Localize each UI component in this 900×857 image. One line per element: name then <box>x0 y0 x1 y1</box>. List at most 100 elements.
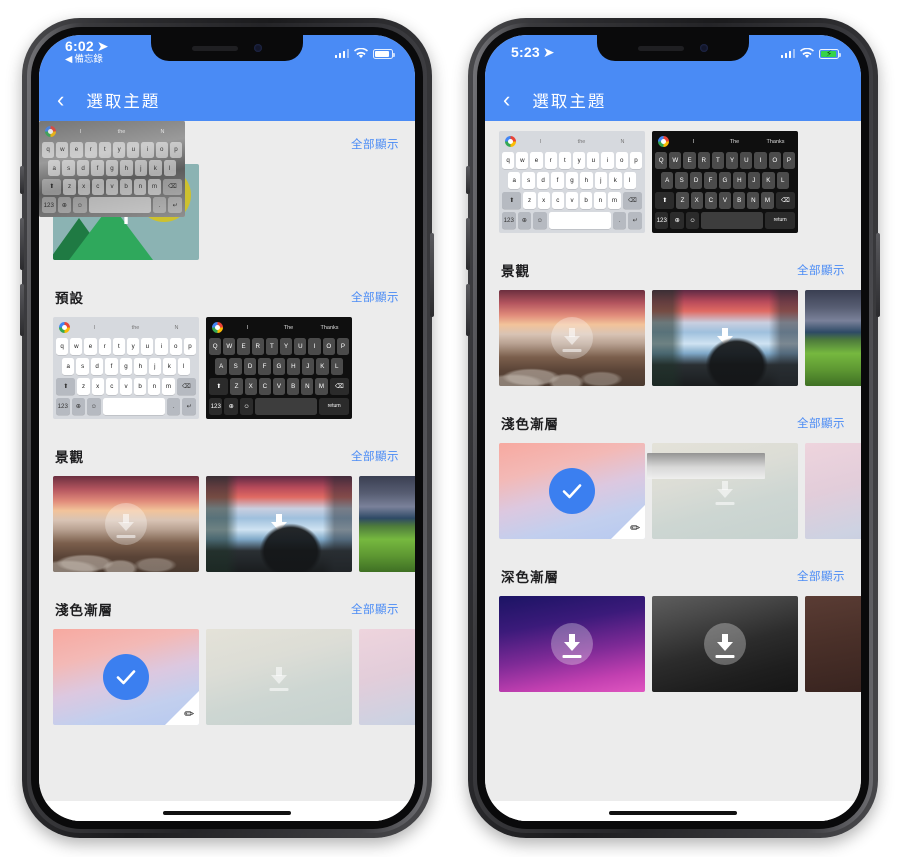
suggestion-3[interactable]: N <box>606 139 639 145</box>
key-f: f <box>91 160 104 176</box>
preset-theme-dark-tile[interactable]: I The Thanks Q W E R T Y U I O P A S D F G H J K L ⬆ Z X C V B N M ⌫ 12… <box>206 317 352 419</box>
key-l: l <box>163 160 176 176</box>
check-icon <box>549 468 595 514</box>
home-indicator[interactable] <box>609 811 737 815</box>
volume-down-button[interactable] <box>466 284 470 336</box>
preset-theme-light-tile[interactable]: Ithe Nq w e r t y u i o p a s d f g h j k l ⬆ z x c v b n m ⌫ 123 ⊕ ☺. ↵ <box>53 317 199 419</box>
section-row-landscape[interactable] <box>485 290 861 400</box>
key-h: h <box>580 171 593 189</box>
keyboard-row-1: QWERTYUIOP <box>655 151 796 169</box>
show-all-link[interactable]: 全部顯示 <box>797 568 845 584</box>
google-g-icon[interactable] <box>59 322 70 333</box>
key-o: o <box>615 151 628 169</box>
light-gradient-theme-selected-tile[interactable]: ✏ <box>499 443 645 539</box>
theme-list[interactable]: Ithe Nq w e r t y u i o p a s d f g h j k l ⬆ z x c v b n m ⌫ 123 ⊕ ☺. ↵… <box>485 121 861 821</box>
edit-theme-button[interactable]: ✏ <box>165 691 199 725</box>
section-header-landscape: 景觀 全部顯示 <box>39 433 415 476</box>
show-all-link[interactable]: 全部顯示 <box>351 601 399 617</box>
download-icon[interactable] <box>551 623 593 665</box>
section-row-dark-gradient[interactable] <box>485 596 861 706</box>
key-g: g <box>565 171 579 189</box>
chevron-left-icon[interactable]: ‹ <box>57 89 64 111</box>
show-all-link[interactable]: 全部顯示 <box>351 136 399 152</box>
volume-up-button[interactable] <box>20 218 24 270</box>
suggestion-2[interactable]: The <box>272 325 305 331</box>
download-icon[interactable] <box>551 317 593 359</box>
google-g-icon[interactable] <box>45 126 56 137</box>
suggestion-3[interactable]: N <box>160 325 193 331</box>
suggestion-1[interactable]: I <box>524 139 557 145</box>
key-a: a <box>48 160 61 176</box>
dark-gradient-theme-brown-tile[interactable] <box>805 596 861 692</box>
suggestion-1[interactable]: I <box>64 129 97 135</box>
section-row-preset[interactable]: Ithe Nq w e r t y u i o p a s d f g h j k l ⬆ z x c v b n m ⌫ 123 ⊕ ☺. ↵… <box>485 121 861 247</box>
download-icon[interactable] <box>704 317 746 359</box>
keyboard-row-2: asdfghjkl <box>56 357 196 375</box>
show-all-link[interactable]: 全部顯示 <box>351 289 399 305</box>
light-gradient-theme-selected-tile[interactable]: ✏ <box>53 629 199 725</box>
dark-gradient-theme-purple-tile[interactable] <box>499 596 645 692</box>
keyboard-row-1: qwertyuiop <box>56 337 197 355</box>
google-g-icon[interactable] <box>212 322 223 333</box>
custom-theme-gray-tile[interactable]: Ithe Nq w e r t y u i o p a s d f g h j k l ⬆ z x c v b n m ⌫ 123 ⊕ ☺. ↵ <box>39 121 185 217</box>
front-camera <box>700 44 708 52</box>
suggestion-1[interactable]: I <box>78 325 111 331</box>
section-row-custom[interactable]: + ItheNqwertyuiopasdfghjkl⬆zxcvbnm⌫123⊕☺… <box>39 121 415 274</box>
landscape-theme-beach-tile[interactable] <box>499 290 645 386</box>
cellular-bars-icon <box>334 49 349 58</box>
theme-list[interactable]: 自訂 全部顯示 + ItheNqwertyuiopasdfghjkl⬆zxcvb… <box>39 121 415 821</box>
space-key <box>548 211 611 229</box>
back-to-app-link[interactable]: ◀ 備忘錄 <box>65 54 109 65</box>
show-all-link[interactable]: 全部顯示 <box>797 415 845 431</box>
suggestion-3[interactable]: Thanks <box>313 325 346 331</box>
suggestion-3[interactable]: Thanks <box>759 139 792 145</box>
light-gradient-theme-rose-tile[interactable] <box>359 629 415 725</box>
key-b: b <box>134 377 147 395</box>
section-header-dark-gradient: 深色漸層 全部顯示 <box>485 553 861 596</box>
google-g-icon[interactable] <box>658 136 669 147</box>
landscape-theme-beach-tile[interactable] <box>53 476 199 572</box>
preset-theme-dark-tile[interactable]: I The Thanks Q W E R T Y U I O P A S D F G H J K L ⬆ Z X C V B N M ⌫ 12… <box>652 131 798 233</box>
mute-switch[interactable] <box>20 166 24 194</box>
section-row-light-gradient[interactable]: ✏ <box>39 629 415 739</box>
google-g-icon[interactable] <box>505 136 516 147</box>
light-gradient-theme-sage-tile[interactable] <box>206 629 352 725</box>
key-j: j <box>148 357 162 375</box>
suggestion-2[interactable]: the <box>105 129 138 135</box>
show-all-link[interactable]: 全部顯示 <box>351 448 399 464</box>
show-all-link[interactable]: 全部顯示 <box>797 262 845 278</box>
landscape-theme-hills-tile[interactable] <box>359 476 415 572</box>
download-icon[interactable] <box>258 656 300 698</box>
suggestion-3[interactable]: N <box>146 129 179 135</box>
key-x: x <box>537 191 550 209</box>
volume-down-button[interactable] <box>20 284 24 336</box>
power-button[interactable] <box>876 233 880 317</box>
key-v: v <box>119 377 133 395</box>
preset-theme-light-tile[interactable]: Ithe Nq w e r t y u i o p a s d f g h j k l ⬆ z x c v b n m ⌫ 123 ⊕ ☺. ↵ <box>499 131 645 233</box>
landscape-theme-hotspring-tile[interactable] <box>652 290 798 386</box>
power-button[interactable] <box>430 233 434 317</box>
download-icon[interactable] <box>105 503 147 545</box>
suggestion-2[interactable]: The <box>718 139 751 145</box>
landscape-theme-hills-tile[interactable] <box>805 290 861 386</box>
key-H: H <box>733 171 746 189</box>
landscape-theme-hotspring-tile[interactable] <box>206 476 352 572</box>
dark-gradient-theme-gray-tile[interactable] <box>652 596 798 692</box>
chevron-left-icon[interactable]: ‹ <box>503 89 510 111</box>
return-key: return <box>319 397 349 415</box>
suggestion-2[interactable]: the <box>119 325 152 331</box>
suggestion-2[interactable]: the <box>565 139 598 145</box>
volume-up-button[interactable] <box>466 218 470 270</box>
section-row-preset[interactable]: Ithe Nq w e r t y u i o p a s d f g h j k l ⬆ z x c v b n m ⌫ 123 ⊕ ☺. ↵… <box>39 317 415 433</box>
section-row-landscape[interactable] <box>39 476 415 586</box>
mute-switch[interactable] <box>466 166 470 194</box>
suggestion-1[interactable]: I <box>677 139 710 145</box>
download-icon[interactable] <box>704 623 746 665</box>
light-gradient-theme-rose-tile[interactable] <box>805 443 861 539</box>
suggestion-1[interactable]: I <box>231 325 264 331</box>
key-m: m <box>162 377 175 395</box>
home-indicator[interactable] <box>163 811 291 815</box>
key-a: a <box>508 171 521 189</box>
download-icon[interactable] <box>258 503 300 545</box>
edit-theme-button[interactable]: ✏ <box>611 505 645 539</box>
